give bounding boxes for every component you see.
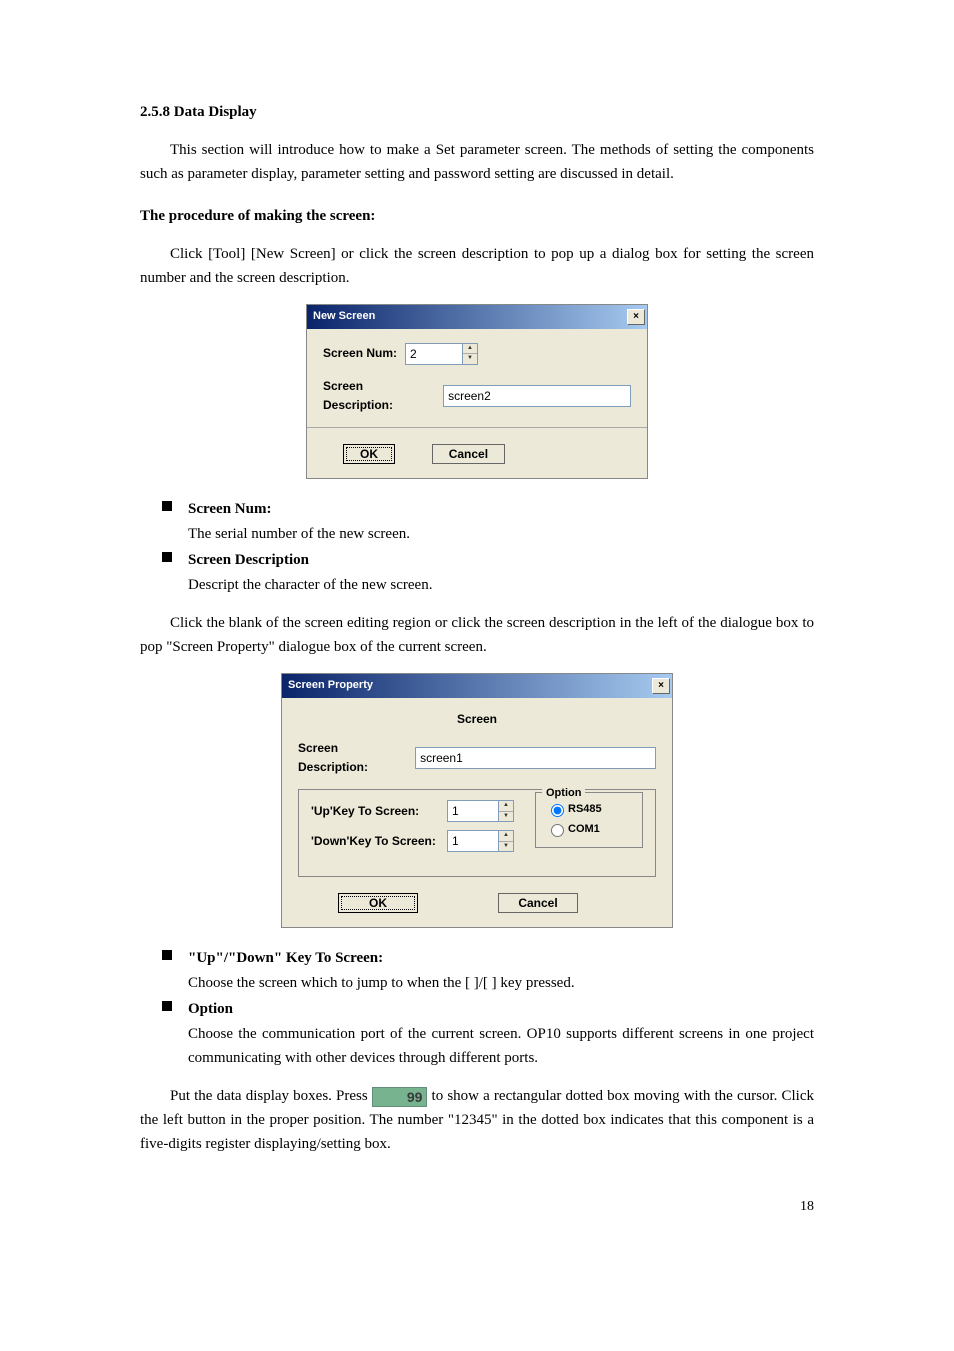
- up-key-label: 'Up'Key To Screen:: [311, 802, 439, 821]
- ok-button[interactable]: OK: [338, 893, 418, 913]
- cancel-button[interactable]: Cancel: [432, 444, 505, 464]
- screen-num-label: Screen Num:: [323, 344, 397, 363]
- term: "Up"/"Down" Key To Screen:: [188, 950, 383, 966]
- radio-label: RS485: [568, 803, 602, 815]
- screen-desc-label: Screen Description:: [298, 739, 407, 777]
- bullet-list-2: "Up"/"Down" Key To Screen: Choose the sc…: [140, 946, 814, 1070]
- desc: Choose the screen which to jump to when …: [188, 971, 814, 995]
- dialog-titlebar: Screen Property ×: [282, 674, 672, 698]
- spinner-icon[interactable]: ▲▼: [462, 343, 478, 365]
- desc: Descript the character of the new screen…: [188, 573, 814, 597]
- term: Screen Description: [188, 552, 309, 568]
- term: Option: [188, 1001, 233, 1017]
- dialog-titlebar: New Screen ×: [307, 305, 647, 329]
- down-key-input[interactable]: [447, 830, 499, 852]
- new-screen-dialog: New Screen × Screen Num: ▲▼ Screen Descr…: [306, 304, 648, 479]
- square-bullet-icon: [162, 950, 172, 960]
- close-icon[interactable]: ×: [652, 678, 670, 694]
- term: Screen Num:: [188, 501, 271, 517]
- spinner-icon[interactable]: ▲▼: [498, 830, 514, 852]
- cancel-button[interactable]: Cancel: [498, 893, 578, 913]
- down-key-label: 'Down'Key To Screen:: [311, 832, 439, 851]
- dialog-title: New Screen: [313, 308, 375, 326]
- square-bullet-icon: [162, 1001, 172, 1011]
- desc: Choose the communication port of the cur…: [188, 1022, 814, 1070]
- list-item: "Up"/"Down" Key To Screen: Choose the sc…: [162, 946, 814, 995]
- screen-desc-input[interactable]: [443, 385, 631, 407]
- list-item: Screen Num: The serial number of the new…: [162, 497, 814, 546]
- final-text-a: Put the data display boxes. Press: [170, 1088, 372, 1104]
- screen-section-title: Screen: [298, 710, 656, 729]
- page-number: 18: [140, 1196, 814, 1218]
- list-item: Screen Description Descript the characte…: [162, 548, 814, 597]
- screen-desc-input[interactable]: [415, 747, 656, 769]
- square-bullet-icon: [162, 501, 172, 511]
- ok-button[interactable]: OK: [343, 444, 395, 464]
- com1-radio[interactable]: [551, 824, 564, 837]
- intro-paragraph: This section will introduce how to make …: [140, 138, 814, 186]
- spinner-icon[interactable]: ▲▼: [498, 800, 514, 822]
- up-key-input[interactable]: [447, 800, 499, 822]
- bullet-list-1: Screen Num: The serial number of the new…: [140, 497, 814, 597]
- procedure-paragraph: Click [Tool] [New Screen] or click the s…: [140, 242, 814, 290]
- rs485-radio[interactable]: [551, 804, 564, 817]
- option-legend: Option: [542, 785, 585, 803]
- square-bullet-icon: [162, 552, 172, 562]
- final-paragraph: Put the data display boxes. Press 99 to …: [140, 1084, 814, 1156]
- screen-property-dialog: Screen Property × Screen Screen Descript…: [281, 673, 673, 928]
- radio-label: COM1: [568, 823, 600, 835]
- procedure-heading: The procedure of making the screen:: [140, 204, 814, 228]
- screen-num-input[interactable]: [405, 343, 463, 365]
- section-heading: 2.5.8 Data Display: [140, 100, 814, 124]
- data-display-icon[interactable]: 99: [372, 1087, 428, 1107]
- close-icon[interactable]: ×: [627, 309, 645, 325]
- option-group: Option RS485 COM1: [535, 792, 643, 847]
- list-item: Option Choose the communication port of …: [162, 997, 814, 1070]
- dialog-title: Screen Property: [288, 677, 373, 695]
- mid-paragraph: Click the blank of the screen editing re…: [140, 611, 814, 659]
- desc: The serial number of the new screen.: [188, 522, 814, 546]
- screen-desc-label: Screen Description:: [323, 377, 435, 415]
